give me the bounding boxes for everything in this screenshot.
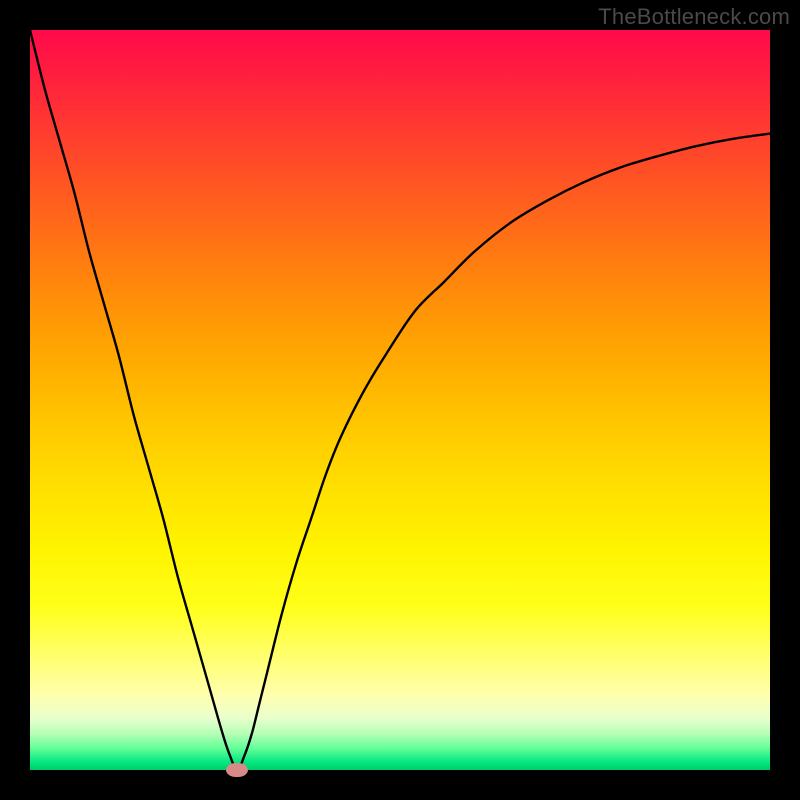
chart-frame: TheBottleneck.com	[0, 0, 800, 800]
bottleneck-curve	[30, 30, 770, 770]
watermark-text: TheBottleneck.com	[598, 4, 790, 30]
min-marker	[226, 763, 248, 777]
plot-area	[30, 30, 770, 770]
